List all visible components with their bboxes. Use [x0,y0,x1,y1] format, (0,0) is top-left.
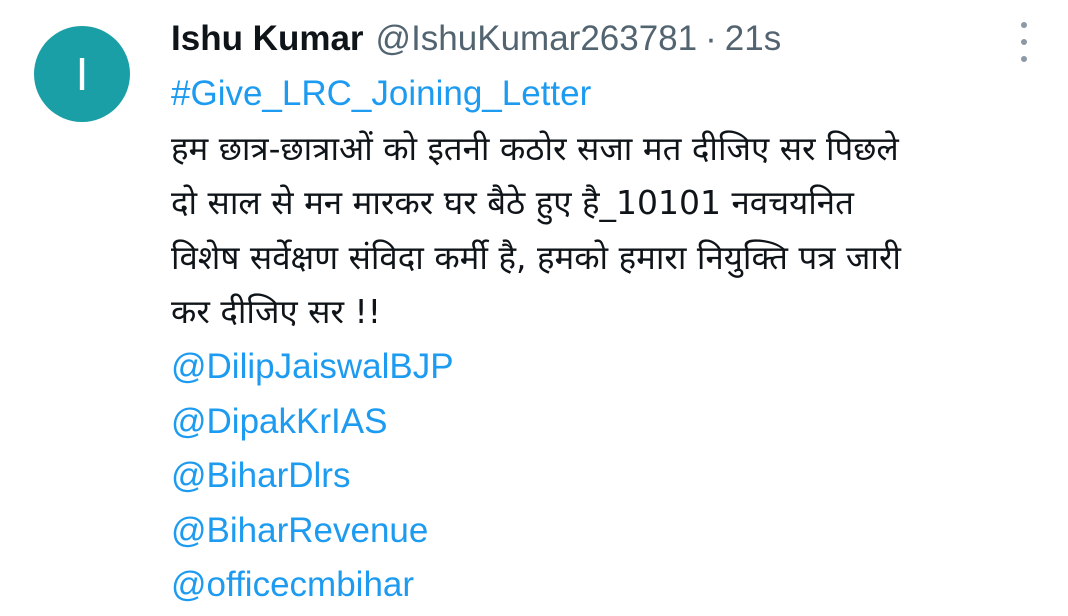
tweet-text-line: कर दीजिए सर !! [171,292,381,332]
separator-dot: · [705,19,717,58]
author-handle[interactable]: @IshuKumar263781 [376,19,698,59]
more-dot [1021,56,1027,62]
mention-link[interactable]: @BiharDlrs [171,449,1051,504]
mention-link[interactable]: @DipakKrIAS [171,395,1051,450]
avatar[interactable]: I [34,26,130,122]
tweet-text-line: हम छात्र-छात्राओं को इतनी कठोर सजा मत दी… [171,128,899,168]
mention-link[interactable]: @DilipJaiswalBJP [171,340,1051,395]
tweet-timestamp[interactable]: 21s [725,19,781,59]
tweet-text-line: विशेष सर्वेक्षण संविदा कर्मी है, हमको हम… [171,237,901,277]
more-dot [1021,22,1027,28]
mention-link[interactable]: @BiharRevenue [171,504,1051,559]
more-vertical-icon[interactable] [1014,22,1034,62]
mention-link[interactable]: @officecmbihar [171,558,1051,613]
tweet-body: #Give_LRC_Joining_Letter हम छात्र-छात्रा… [171,67,1051,613]
tweet-text-line: दो साल से मन मारकर घर बैठे हुए है_10101 … [171,183,854,223]
hashtag-link[interactable]: #Give_LRC_Joining_Letter [171,67,1051,122]
more-dot [1021,39,1027,45]
avatar-letter: I [75,48,89,100]
author-name[interactable]: Ishu Kumar [171,19,364,59]
tweet-header: Ishu Kumar @IshuKumar263781 · 21s [171,14,781,64]
